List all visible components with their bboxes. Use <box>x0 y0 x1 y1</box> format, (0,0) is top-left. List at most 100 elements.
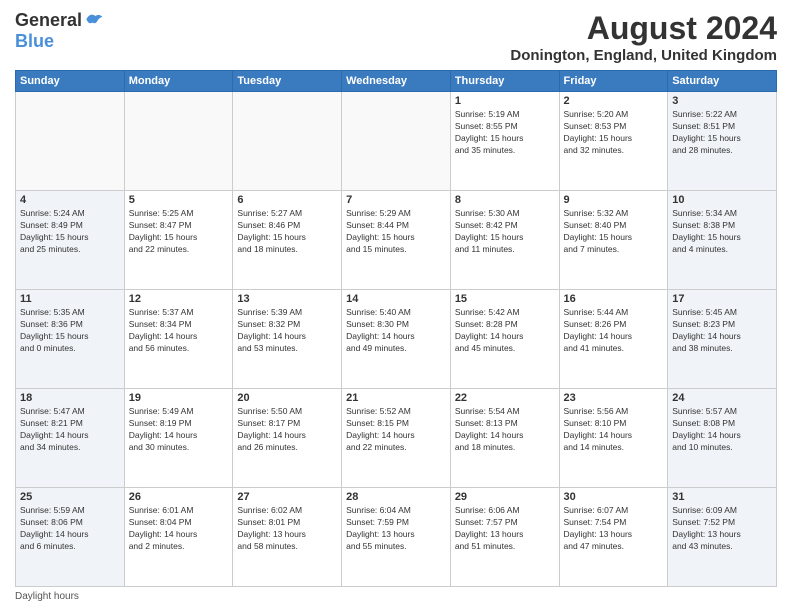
logo: General Blue <box>15 10 104 52</box>
day-number: 12 <box>129 293 229 305</box>
calendar-cell: 10 Sunrise: 5:34 AM Sunset: 8:38 PM Dayli… <box>668 191 777 290</box>
calendar-header-row: Sunday Monday Tuesday Wednesday Thursday… <box>16 71 777 92</box>
day-number: 7 <box>346 194 446 206</box>
calendar-cell: 18 Sunrise: 5:47 AM Sunset: 8:21 PM Dayli… <box>16 389 125 488</box>
day-number: 5 <box>129 194 229 206</box>
month-year-title: August 2024 <box>510 10 777 47</box>
calendar-cell: 15 Sunrise: 5:42 AM Sunset: 8:28 PM Dayli… <box>450 290 559 389</box>
day-number: 14 <box>346 293 446 305</box>
calendar-cell: 30 Sunrise: 6:07 AM Sunset: 7:54 PM Dayli… <box>559 488 668 587</box>
header-friday: Friday <box>559 71 668 92</box>
day-number: 25 <box>20 491 120 503</box>
day-number: 6 <box>237 194 337 206</box>
day-info: Sunrise: 5:22 AM Sunset: 8:51 PM Dayligh… <box>672 109 772 157</box>
calendar-cell: 11 Sunrise: 5:35 AM Sunset: 8:36 PM Dayli… <box>16 290 125 389</box>
day-number: 27 <box>237 491 337 503</box>
day-info: Sunrise: 5:34 AM Sunset: 8:38 PM Dayligh… <box>672 208 772 256</box>
calendar-cell: 8Sunrise: 5:30 AM Sunset: 8:42 PM Daylig… <box>450 191 559 290</box>
calendar-cell: 28Sunrise: 6:04 AM Sunset: 7:59 PM Dayli… <box>342 488 451 587</box>
calendar-cell: 6 Sunrise: 5:27 AM Sunset: 8:46 PM Daylig… <box>233 191 342 290</box>
day-info: Sunrise: 5:57 AM Sunset: 8:08 PM Dayligh… <box>672 406 772 454</box>
day-info: Sunrise: 6:02 AM Sunset: 8:01 PM Dayligh… <box>237 505 337 553</box>
calendar-cell: 1 Sunrise: 5:19 AM Sunset: 8:55 PM Daylig… <box>450 92 559 191</box>
calendar-cell: 4Sunrise: 5:24 AM Sunset: 8:49 PM Daylig… <box>16 191 125 290</box>
day-number: 8 <box>455 194 555 206</box>
day-info: Sunrise: 5:24 AM Sunset: 8:49 PM Dayligh… <box>20 208 120 256</box>
day-info: Sunrise: 5:29 AM Sunset: 8:44 PM Dayligh… <box>346 208 446 256</box>
header-sunday: Sunday <box>16 71 125 92</box>
calendar-cell: 29 Sunrise: 6:06 AM Sunset: 7:57 PM Dayli… <box>450 488 559 587</box>
day-number: 31 <box>672 491 772 503</box>
day-info: Sunrise: 5:25 AM Sunset: 8:47 PM Dayligh… <box>129 208 229 256</box>
day-number: 19 <box>129 392 229 404</box>
day-number: 29 <box>455 491 555 503</box>
header-thursday: Thursday <box>450 71 559 92</box>
day-number: 17 <box>672 293 772 305</box>
calendar-cell: 24 Sunrise: 5:57 AM Sunset: 8:08 PM Dayli… <box>668 389 777 488</box>
day-info: Sunrise: 5:35 AM Sunset: 8:36 PM Dayligh… <box>20 307 120 355</box>
calendar-cell: 17 Sunrise: 5:45 AM Sunset: 8:23 PM Dayli… <box>668 290 777 389</box>
day-number: 28 <box>346 491 446 503</box>
day-number: 1 <box>455 95 555 107</box>
calendar-week-row-4: 25 Sunrise: 5:59 AM Sunset: 8:06 PM Dayli… <box>16 488 777 587</box>
header: General Blue August 2024 Donington, Engl… <box>15 10 777 64</box>
calendar-week-row-3: 18 Sunrise: 5:47 AM Sunset: 8:21 PM Dayli… <box>16 389 777 488</box>
calendar-cell: 5 Sunrise: 5:25 AM Sunset: 8:47 PM Daylig… <box>124 191 233 290</box>
day-info: Sunrise: 5:20 AM Sunset: 8:53 PM Dayligh… <box>564 109 664 157</box>
calendar-cell: 23Sunrise: 5:56 AM Sunset: 8:10 PM Dayli… <box>559 389 668 488</box>
day-info: Sunrise: 5:42 AM Sunset: 8:28 PM Dayligh… <box>455 307 555 355</box>
logo-general-text: General <box>15 10 82 31</box>
day-number: 30 <box>564 491 664 503</box>
calendar-cell: 12 Sunrise: 5:37 AM Sunset: 8:34 PM Dayli… <box>124 290 233 389</box>
calendar-cell: 9 Sunrise: 5:32 AM Sunset: 8:40 PM Daylig… <box>559 191 668 290</box>
calendar-cell <box>233 92 342 191</box>
day-info: Sunrise: 5:37 AM Sunset: 8:34 PM Dayligh… <box>129 307 229 355</box>
day-info: Sunrise: 5:59 AM Sunset: 8:06 PM Dayligh… <box>20 505 120 553</box>
day-info: Sunrise: 5:39 AM Sunset: 8:32 PM Dayligh… <box>237 307 337 355</box>
day-number: 24 <box>672 392 772 404</box>
calendar-cell: 27 Sunrise: 6:02 AM Sunset: 8:01 PM Dayli… <box>233 488 342 587</box>
day-number: 21 <box>346 392 446 404</box>
day-number: 10 <box>672 194 772 206</box>
day-info: Sunrise: 5:50 AM Sunset: 8:17 PM Dayligh… <box>237 406 337 454</box>
day-info: Sunrise: 6:07 AM Sunset: 7:54 PM Dayligh… <box>564 505 664 553</box>
day-info: Sunrise: 5:47 AM Sunset: 8:21 PM Dayligh… <box>20 406 120 454</box>
title-section: August 2024 Donington, England, United K… <box>510 10 777 64</box>
calendar-table: Sunday Monday Tuesday Wednesday Thursday… <box>15 70 777 587</box>
logo-blue-text: Blue <box>15 31 54 52</box>
day-info: Sunrise: 5:19 AM Sunset: 8:55 PM Dayligh… <box>455 109 555 157</box>
day-info: Sunrise: 5:52 AM Sunset: 8:15 PM Dayligh… <box>346 406 446 454</box>
calendar-cell: 13 Sunrise: 5:39 AM Sunset: 8:32 PM Dayli… <box>233 290 342 389</box>
day-info: Sunrise: 5:54 AM Sunset: 8:13 PM Dayligh… <box>455 406 555 454</box>
calendar-week-row-2: 11 Sunrise: 5:35 AM Sunset: 8:36 PM Dayli… <box>16 290 777 389</box>
header-monday: Monday <box>124 71 233 92</box>
calendar-cell: 20 Sunrise: 5:50 AM Sunset: 8:17 PM Dayli… <box>233 389 342 488</box>
day-number: 26 <box>129 491 229 503</box>
day-number: 22 <box>455 392 555 404</box>
calendar-cell: 2 Sunrise: 5:20 AM Sunset: 8:53 PM Daylig… <box>559 92 668 191</box>
day-info: Sunrise: 5:32 AM Sunset: 8:40 PM Dayligh… <box>564 208 664 256</box>
day-number: 18 <box>20 392 120 404</box>
calendar-cell: 31Sunrise: 6:09 AM Sunset: 7:52 PM Dayli… <box>668 488 777 587</box>
day-number: 20 <box>237 392 337 404</box>
location-title: Donington, England, United Kingdom <box>510 47 777 64</box>
day-number: 15 <box>455 293 555 305</box>
day-number: 23 <box>564 392 664 404</box>
day-info: Sunrise: 6:01 AM Sunset: 8:04 PM Dayligh… <box>129 505 229 553</box>
calendar-cell <box>342 92 451 191</box>
header-saturday: Saturday <box>668 71 777 92</box>
calendar-cell: 3Sunrise: 5:22 AM Sunset: 8:51 PM Daylig… <box>668 92 777 191</box>
page: General Blue August 2024 Donington, Engl… <box>0 0 792 612</box>
day-info: Sunrise: 5:27 AM Sunset: 8:46 PM Dayligh… <box>237 208 337 256</box>
logo-bird-icon <box>84 11 104 31</box>
day-number: 9 <box>564 194 664 206</box>
day-number: 13 <box>237 293 337 305</box>
calendar-cell: 21 Sunrise: 5:52 AM Sunset: 8:15 PM Dayli… <box>342 389 451 488</box>
header-wednesday: Wednesday <box>342 71 451 92</box>
calendar-cell: 25 Sunrise: 5:59 AM Sunset: 8:06 PM Dayli… <box>16 488 125 587</box>
calendar-week-row-1: 4Sunrise: 5:24 AM Sunset: 8:49 PM Daylig… <box>16 191 777 290</box>
day-number: 2 <box>564 95 664 107</box>
day-info: Sunrise: 6:06 AM Sunset: 7:57 PM Dayligh… <box>455 505 555 553</box>
day-info: Sunrise: 5:45 AM Sunset: 8:23 PM Dayligh… <box>672 307 772 355</box>
day-number: 11 <box>20 293 120 305</box>
